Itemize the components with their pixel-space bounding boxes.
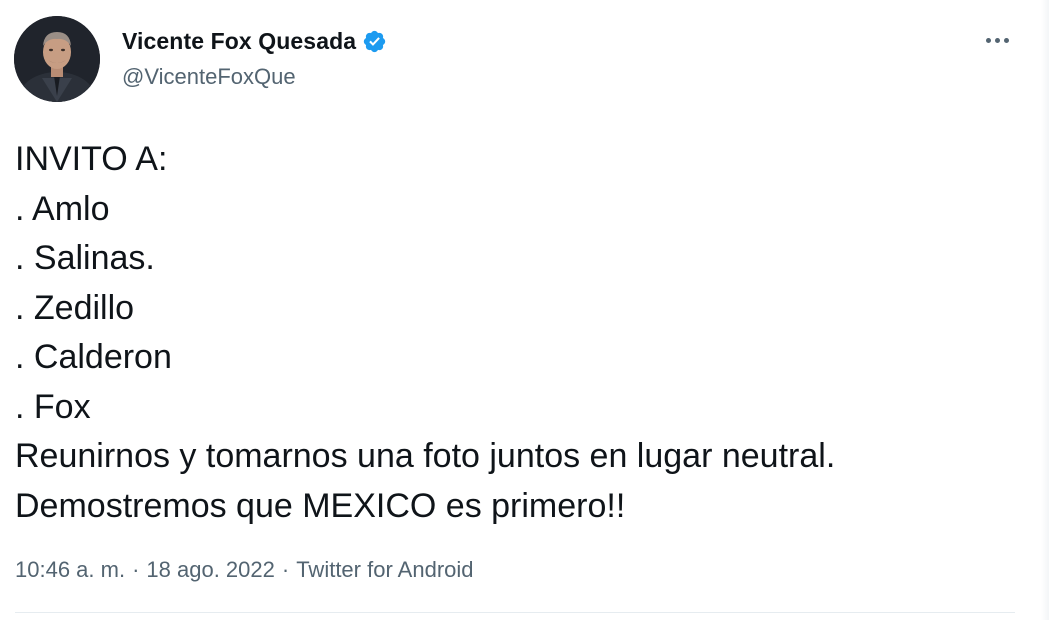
tweet-header: Vicente Fox Quesada @VicenteFoxQue <box>14 16 387 102</box>
name-row: Vicente Fox Quesada <box>122 28 387 55</box>
author-handle[interactable]: @VicenteFoxQue <box>122 64 387 90</box>
tweet-date[interactable]: 18 ago. 2022 <box>146 557 274 583</box>
tweet-line: . Fox <box>15 387 91 426</box>
tweet-text: INVITO A: . Amlo . Salinas. . Zedillo . … <box>15 135 835 531</box>
author-info: Vicente Fox Quesada @VicenteFoxQue <box>122 28 387 90</box>
tweet-meta: 10:46 a. m. · 18 ago. 2022 · Twitter for… <box>15 557 474 583</box>
tweet-line: Reunirnos y tomarnos una foto juntos en … <box>15 437 836 475</box>
tweet-line: INVITO A: <box>15 140 168 178</box>
divider <box>15 612 1015 613</box>
tweet-line: . Zedillo <box>15 288 135 327</box>
tweet-line: . Calderon <box>15 338 172 376</box>
meta-separator: · <box>132 557 140 582</box>
more-dot <box>994 37 1000 43</box>
tweet-line: Demostremos que MEXICO es primero!! <box>15 486 626 525</box>
tweet-card: Vicente Fox Quesada @VicenteFoxQue INVIT… <box>0 0 1049 620</box>
more-options-icon[interactable] <box>979 28 1015 52</box>
scroll-edge <box>1041 0 1049 620</box>
avatar-image <box>14 16 100 102</box>
tweet-timestamp[interactable]: 10:46 a. m. <box>15 557 125 583</box>
verified-badge-icon <box>362 29 387 54</box>
tweet-source[interactable]: Twitter for Android <box>296 557 473 583</box>
more-dot <box>985 37 991 43</box>
display-name[interactable]: Vicente Fox Quesada <box>122 28 356 55</box>
avatar[interactable] <box>14 16 100 102</box>
more-dot <box>1003 37 1009 43</box>
tweet-line: . Amlo <box>15 189 110 228</box>
tweet-line: . Salinas. <box>15 239 155 277</box>
meta-separator: · <box>281 557 290 582</box>
